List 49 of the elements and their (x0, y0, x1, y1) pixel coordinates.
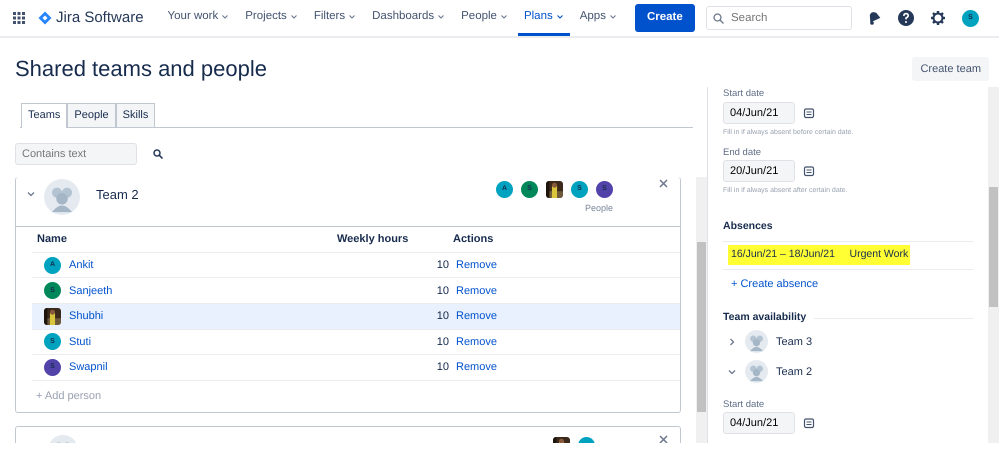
weekly-hours: 10 (436, 284, 449, 299)
member-row[interactable]: Shubhi 10 Remove (32, 303, 680, 329)
create-team-button[interactable]: Create team (912, 56, 989, 82)
member-name-link[interactable]: Ankit (69, 256, 409, 274)
weekly-hours: 10 (436, 334, 449, 350)
create-button[interactable]: Create (634, 4, 695, 32)
section-heading: Team availability (723, 310, 806, 326)
date-field[interactable]: 20/Jun/21 (723, 160, 795, 182)
remove-link[interactable]: Remove (456, 256, 497, 274)
member-name-link[interactable]: Swapnil (69, 359, 409, 376)
nav-menu[interactable]: Plans (518, 0, 570, 36)
remove-link[interactable]: Remove (456, 282, 497, 300)
weekly-hours: 10 (436, 309, 449, 324)
section-heading: Absences (723, 218, 973, 242)
field-label: End date (723, 146, 762, 160)
tab[interactable]: Skills (116, 103, 156, 127)
team-name: Team 3 (776, 334, 812, 350)
nav-menu[interactable]: Projects (239, 0, 304, 36)
team-name: Team 2 (96, 186, 139, 204)
member-name-link[interactable]: Shubhi (69, 308, 409, 325)
absence-entry[interactable]: 16/Jun/21 – 18/Jun/21 Urgent Work (728, 245, 910, 266)
tab[interactable]: Teams (21, 103, 68, 128)
remove-link[interactable]: Remove (456, 359, 497, 376)
remove-link[interactable]: Remove (456, 308, 497, 325)
field-label: Start date (723, 87, 766, 102)
create-absence-link[interactable]: + Create absence (731, 276, 818, 292)
column-header: Actions (453, 232, 494, 248)
app-name: Jira Software (56, 8, 144, 28)
nav-menu[interactable]: Filters (308, 0, 362, 36)
page-title: Shared teams and people (15, 56, 267, 82)
people-label: People (584, 202, 613, 215)
tab[interactable]: People (67, 103, 116, 127)
team-name: Team 2 (776, 364, 812, 380)
field-label: Start date (723, 398, 766, 412)
remove-link[interactable]: Remove (456, 334, 497, 350)
weekly-hours: 10 (436, 258, 449, 273)
date-field[interactable]: 04/Jun/21 (723, 412, 795, 434)
nav-menu[interactable]: People (455, 0, 514, 36)
nav-menu[interactable]: Your work (162, 0, 236, 36)
search-field[interactable]: Search (706, 6, 852, 30)
column-header: Name (37, 232, 68, 248)
column-header: Weekly hours (337, 232, 410, 248)
weekly-hours: 10 (436, 360, 449, 376)
member-name-link[interactable]: Stuti (69, 334, 409, 350)
nav-menu[interactable]: Apps (574, 0, 623, 36)
filter-field[interactable]: Contains text (15, 142, 137, 165)
date-field[interactable]: 04/Jun/21 (723, 102, 795, 124)
member-name-link[interactable]: Sanjeeth (69, 282, 409, 300)
nav-menu[interactable]: Dashboards (366, 0, 452, 36)
